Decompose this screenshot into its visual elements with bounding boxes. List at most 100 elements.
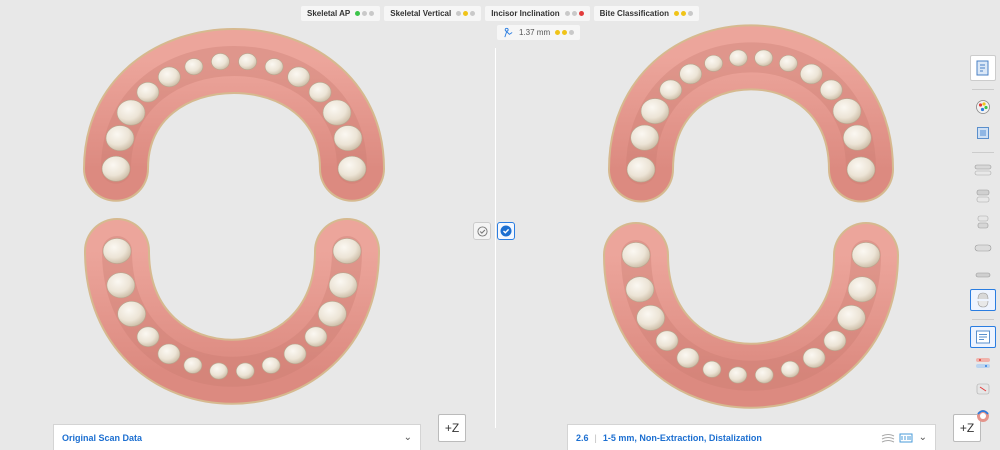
attachment-icon xyxy=(976,358,990,368)
right-lower-arch-tooth xyxy=(837,304,866,331)
right-lower-arch-tooth xyxy=(823,330,847,351)
plan-number: 2.6 xyxy=(576,432,589,443)
report-icon xyxy=(976,330,990,344)
plan-title: 1-5 mm, Non-Extraction, Distalization xyxy=(602,432,762,443)
right-lower-arch-tooth xyxy=(676,347,700,369)
left-lower-arch-tooth xyxy=(304,326,328,347)
right-upper-arch-tooth xyxy=(626,156,656,183)
overlay-icon xyxy=(976,189,990,203)
compare-on-button[interactable] xyxy=(497,222,515,240)
right-lower-arch-tooth xyxy=(728,366,748,384)
chevron-down-icon[interactable]: ⌄ xyxy=(404,432,412,443)
left-upper-arch-tooth xyxy=(116,99,146,126)
check-circle-filled-icon xyxy=(500,225,512,237)
left-upper-arch-tooth xyxy=(337,155,367,182)
attachment-button[interactable] xyxy=(970,352,996,374)
right-lower-arch-tooth xyxy=(636,304,665,331)
lower-arch-button[interactable] xyxy=(970,237,996,259)
split-icon xyxy=(977,215,989,229)
right-upper-arch-tooth xyxy=(779,54,798,72)
color-map-button[interactable] xyxy=(970,96,996,118)
right-upper-arch-tooth xyxy=(729,49,748,67)
left-lower-arch-tooth xyxy=(261,356,281,374)
right-upper-arch-tooth xyxy=(832,98,862,125)
left-lower-arch-tooth xyxy=(283,343,307,365)
left-upper-arch-tooth xyxy=(333,125,363,152)
right-lower-arch-tooth xyxy=(851,242,881,268)
right-upper-arch-tooth xyxy=(704,54,723,72)
aligner-icon xyxy=(977,410,989,422)
left-upper-arch-tooth xyxy=(157,66,181,88)
left-lower-arch-tooth xyxy=(332,238,362,264)
left-upper-arch-tooth xyxy=(184,58,204,76)
left-lower-arch-tooth xyxy=(183,356,203,374)
right-lower-arch-tooth xyxy=(625,276,655,303)
right-lower-arch-tooth xyxy=(780,360,800,378)
right-upper-arch-tooth xyxy=(846,156,876,183)
left-lower-arch-tooth xyxy=(102,238,132,264)
left-upper-arch-tooth xyxy=(308,81,332,103)
left-lower-arch-tooth xyxy=(328,272,358,299)
right-upper-arch-tooth xyxy=(630,124,660,151)
split-button[interactable] xyxy=(970,211,996,233)
left-upper-arch-tooth xyxy=(322,99,352,126)
left-lower-arch-tooth xyxy=(157,343,181,365)
overlay-lines-icon[interactable] xyxy=(881,433,895,443)
bite-button[interactable] xyxy=(970,263,996,285)
right-upper-arch-tooth xyxy=(679,63,702,85)
toolbar-separator xyxy=(972,319,994,320)
upper-arch-icon xyxy=(974,164,992,176)
separator: | xyxy=(594,432,597,443)
bite-icon xyxy=(975,272,991,278)
document-icon xyxy=(976,60,989,76)
stages-icon[interactable] xyxy=(899,432,913,443)
left-upper-arch-tooth xyxy=(287,66,311,88)
left-lower-arch-tooth xyxy=(136,326,160,347)
cube-view-button[interactable] xyxy=(970,122,996,144)
left-lower-arch-tooth xyxy=(117,300,146,327)
ipr-button[interactable] xyxy=(970,378,996,400)
right-upper-arch-tooth xyxy=(800,63,823,85)
upper-arch-button[interactable] xyxy=(970,159,996,181)
aligner-button[interactable] xyxy=(970,404,996,426)
left-scan-selector[interactable]: Original Scan Data ⌄ xyxy=(53,424,421,450)
right-lower-arch-tooth xyxy=(847,276,877,303)
plan-icons xyxy=(881,432,913,443)
left-upper-arch-tooth xyxy=(105,125,135,152)
right-lower-arch-tooth xyxy=(802,347,826,369)
color-map-icon xyxy=(976,100,990,114)
z-button-label: +Z xyxy=(444,421,460,435)
left-lower-arch-tooth xyxy=(235,362,255,380)
right-upper-arch-tooth xyxy=(754,49,773,67)
left-lower-arch-tooth xyxy=(106,272,136,299)
compare-off-button[interactable] xyxy=(473,222,491,240)
document-button[interactable] xyxy=(970,55,996,81)
check-circle-icon xyxy=(476,225,488,237)
left-upper-arch-tooth xyxy=(101,155,131,182)
right-upper-arch-tooth xyxy=(819,79,843,101)
right-lower-arch-tooth xyxy=(702,360,722,378)
right-upper-arch-tooth xyxy=(842,124,872,151)
right-lower-arch-tooth xyxy=(754,366,774,384)
occlusal-view-icon xyxy=(977,292,989,308)
right-lower-arch-tooth xyxy=(655,330,679,351)
right-lower-arch-tooth xyxy=(621,242,651,268)
right-upper-arch-tooth xyxy=(640,98,670,125)
z-axis-button-left[interactable]: +Z xyxy=(438,414,466,442)
overlay-button[interactable] xyxy=(970,185,996,207)
left-panel-title: Original Scan Data xyxy=(62,432,143,443)
left-upper-arch-tooth xyxy=(264,58,284,76)
chevron-down-icon[interactable]: ⌄ xyxy=(919,432,927,443)
right-upper-arch-tooth xyxy=(659,79,683,101)
lower-arch-icon xyxy=(974,244,992,252)
left-lower-arch-tooth xyxy=(209,362,229,380)
occlusal-view-button[interactable] xyxy=(970,289,996,311)
left-upper-arch-tooth xyxy=(211,53,230,70)
left-lower-arch-tooth xyxy=(318,300,347,327)
cube-view-icon xyxy=(977,127,989,139)
toolbar-separator xyxy=(972,152,994,153)
left-upper-arch-tooth xyxy=(136,81,160,103)
right-toolbar xyxy=(968,55,998,430)
report-button[interactable] xyxy=(970,326,996,348)
right-plan-selector[interactable]: 2.6 | 1-5 mm, Non-Extraction, Distalizat… xyxy=(567,424,936,450)
